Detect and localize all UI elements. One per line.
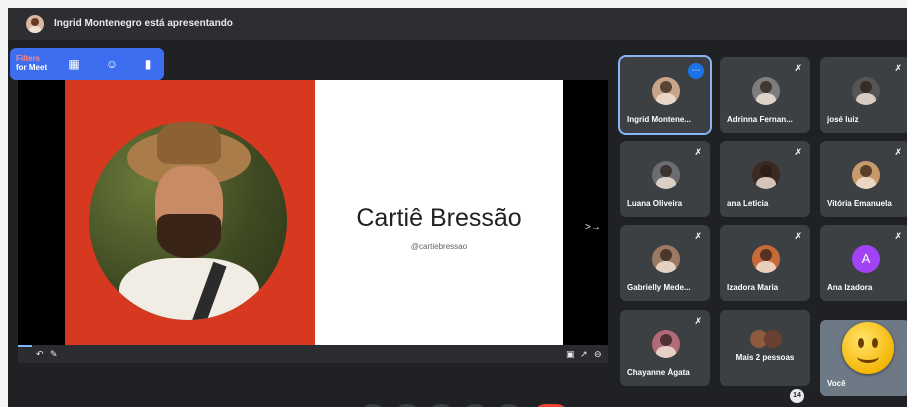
mic-off-icon: ✗ — [694, 147, 702, 157]
participant-name: Ana Izadora — [827, 283, 873, 292]
mic-off-icon: ✗ — [794, 63, 802, 73]
mic-off-icon: ✗ — [794, 147, 802, 157]
more-participants-tile[interactable]: Mais 2 pessoas — [720, 310, 810, 386]
avatar-initial: A — [861, 251, 871, 266]
participant-name: Izadora Maria — [727, 283, 779, 292]
participant-tile[interactable]: ⋯ Ingrid Montene... — [618, 55, 712, 135]
participant-tile[interactable]: ✗ Vitória Emanuela — [820, 141, 907, 217]
beard-shape — [157, 214, 221, 258]
participant-tile[interactable]: ✗ ana Leticia — [720, 141, 810, 217]
participant-avatar — [852, 77, 880, 105]
comment-icon[interactable]: ▮ — [140, 56, 156, 72]
pen-icon[interactable]: ✎ — [50, 348, 58, 360]
participant-name: Chayanne Ágata — [627, 368, 690, 377]
participant-avatar — [752, 161, 780, 189]
participant-avatar — [652, 330, 680, 358]
participant-tile[interactable]: ✗ Chayanne Ágata — [620, 310, 710, 386]
filters-label: Filters for Meet — [16, 54, 47, 72]
participant-avatar — [852, 161, 880, 189]
slide-handle: @cartiebressao — [410, 242, 468, 251]
more-options-icon[interactable]: ⋯ — [688, 63, 704, 79]
participant-tile[interactable]: A ✗ Ana Izadora — [820, 225, 907, 301]
participant-name: Você — [827, 379, 846, 388]
emoji-eye — [858, 338, 864, 348]
emoji-smile — [842, 322, 894, 374]
add-filter-icon[interactable]: ▦ — [66, 56, 82, 72]
participant-name: Vitória Emanuela — [827, 199, 892, 208]
participant-name: Ingrid Montene... — [627, 115, 691, 124]
participant-avatar — [652, 161, 680, 189]
frame-icon[interactable]: ▣ — [566, 348, 575, 360]
participant-tile[interactable]: ✗ Luana Oliveira — [620, 141, 710, 217]
participant-name: Adrinna Fernan... — [727, 115, 793, 124]
participant-count-badge: 14 — [790, 389, 804, 403]
minus-circle-icon[interactable]: ⊖ — [594, 348, 602, 360]
participant-avatar — [752, 245, 780, 273]
participant-tile[interactable]: ✗ josé luiz — [820, 57, 907, 133]
participant-name: ana Leticia — [727, 199, 769, 208]
presenter-avatar — [26, 15, 44, 33]
expand-icon[interactable]: ↗ — [580, 348, 588, 360]
participant-name: Gabrielly Mede... — [627, 283, 691, 292]
mic-off-icon: ✗ — [894, 63, 902, 73]
slide-progress — [18, 345, 32, 347]
participant-avatar — [652, 245, 680, 273]
presenting-banner: Ingrid Montenegro está apresentando — [8, 8, 907, 40]
presenting-text: Ingrid Montenegro está apresentando — [54, 18, 233, 29]
more-participants-label: Mais 2 pessoas — [735, 353, 795, 362]
emoji-mouth — [857, 350, 879, 363]
participant-name: Luana Oliveira — [627, 199, 683, 208]
mic-off-icon: ✗ — [694, 231, 702, 241]
meet-window: Ingrid Montenegro está apresentando Cart… — [8, 8, 907, 407]
slide-title: Cartiê Bressão — [356, 204, 522, 232]
participant-avatar: A — [852, 245, 880, 273]
participant-tile[interactable]: ✗ Adrinna Fernan... — [720, 57, 810, 133]
participant-avatar — [764, 330, 782, 348]
mic-off-icon: ✗ — [894, 231, 902, 241]
filters-label-line2: for Meet — [16, 63, 48, 72]
shirt-shape — [119, 258, 259, 320]
next-slide-icon[interactable]: >→ — [585, 222, 601, 233]
mic-off-icon: ✗ — [894, 147, 902, 157]
presentation-toolbar: ↶ ✎ ▣ ↗ ⊖ — [18, 345, 608, 363]
filters-label-line1: Filters — [16, 54, 41, 63]
participant-name: josé luiz — [827, 115, 859, 124]
emoji-eye — [872, 338, 878, 348]
participant-avatar — [652, 77, 680, 105]
filters-for-meet-toolbar: Filters for Meet ▦ ☺ ▮ — [10, 48, 164, 80]
participant-tile[interactable]: ✗ Izadora Maria — [720, 225, 810, 301]
mic-off-icon: ✗ — [694, 316, 702, 326]
participant-avatar — [752, 77, 780, 105]
speaker-photo — [89, 122, 287, 320]
share-icon[interactable]: ↶ — [36, 348, 44, 360]
face-filter-icon[interactable]: ☺ — [104, 56, 120, 72]
participant-tile[interactable]: ✗ Gabrielly Mede... — [620, 225, 710, 301]
mic-off-icon: ✗ — [794, 231, 802, 241]
